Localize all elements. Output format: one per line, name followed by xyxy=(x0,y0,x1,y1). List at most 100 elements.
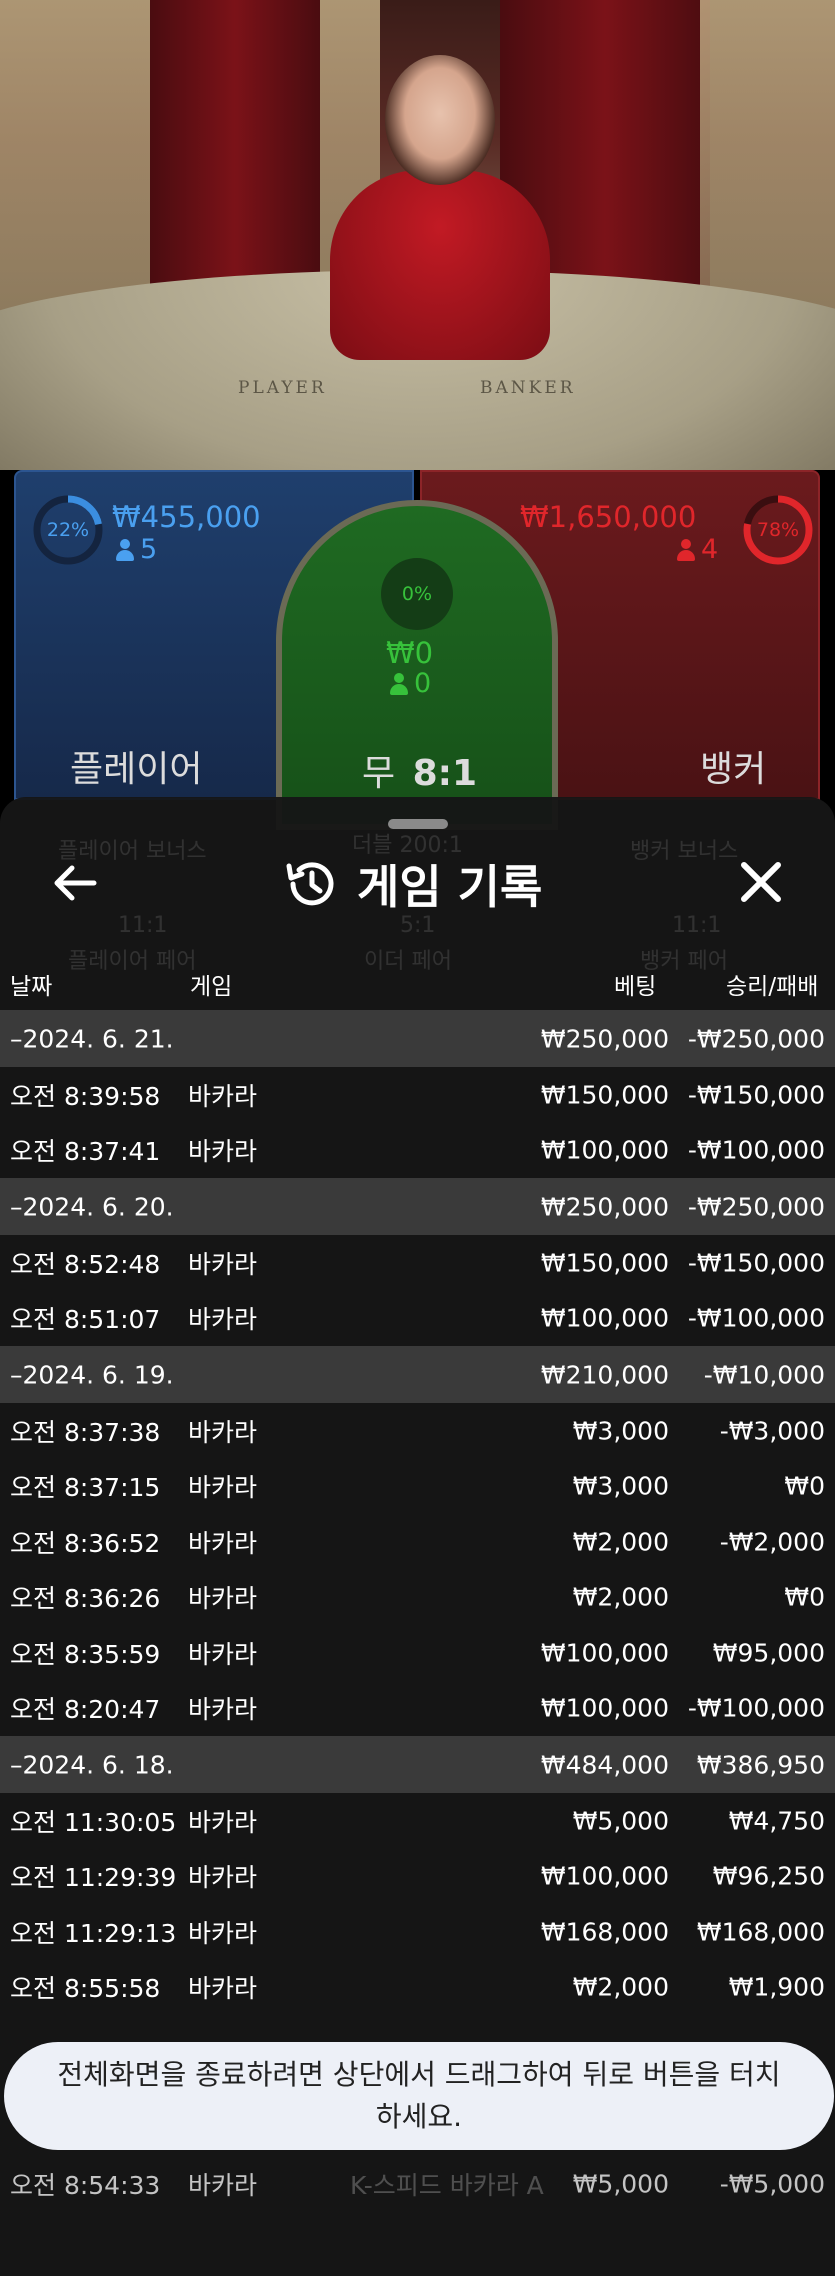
row-result: -₩250,000 xyxy=(687,1192,825,1221)
row-result: -₩100,000 xyxy=(687,1693,825,1723)
row-game: 바카라 xyxy=(188,1807,258,1837)
fullscreen-exit-toast: 전체화면을 종료하려면 상단에서 드래그하여 뒤로 버튼을 터치하세요. xyxy=(4,2042,834,2150)
table-row[interactable]: 오전 8:52:48 바카라 ₩150,000 -₩150,000 xyxy=(0,1235,835,1291)
player-bettor-count: 5 xyxy=(116,534,157,565)
tie-odds: 8:1 xyxy=(412,753,478,794)
close-button[interactable] xyxy=(736,857,786,907)
dealer xyxy=(330,170,550,360)
row-result: ₩4,750 xyxy=(728,1806,825,1836)
history-clock-icon xyxy=(286,862,334,906)
row-bet: ₩3,000 xyxy=(572,1416,669,1446)
row-result: -₩5,000 xyxy=(719,2169,825,2198)
table-row[interactable]: 오전 8:54:33 바카라 K-스피드 바카라 A ₩5,000 -₩5,00… xyxy=(0,2156,835,2211)
column-header-bet: 베팅 xyxy=(614,974,657,1000)
row-bet: ₩100,000 xyxy=(540,1693,669,1723)
row-result: ₩168,000 xyxy=(696,1917,825,1947)
row-date: 오전 8:20:47 xyxy=(10,1695,161,1725)
table-row[interactable]: 오전 8:55:58 바카라 ₩2,000 ₩1,900 xyxy=(0,1960,835,2016)
row-result: -₩3,000 xyxy=(719,1416,825,1446)
date-group-row[interactable]: –2024. 6. 18. ₩484,000 ₩386,950 xyxy=(0,1736,835,1793)
row-date: 오전 8:37:41 xyxy=(10,1137,161,1167)
row-game: 바카라 xyxy=(188,1305,258,1335)
row-bet: ₩484,000 xyxy=(540,1750,669,1779)
row-bet: ₩2,000 xyxy=(572,1972,669,2002)
row-bet: ₩100,000 xyxy=(540,1638,669,1668)
tie-bettor-count-value: 0 xyxy=(414,668,432,699)
banker-percent: 78% xyxy=(756,519,800,541)
person-icon xyxy=(116,538,134,561)
row-date: 오전 8:37:38 xyxy=(10,1417,161,1447)
felt-player-label: PLAYER xyxy=(238,378,327,398)
ghost-label: 이더 페어 xyxy=(364,949,452,974)
row-date: 오전 8:36:26 xyxy=(10,1584,161,1614)
banker-bettor-count: 4 xyxy=(677,534,718,565)
ghost-label: 플레이어 페어 xyxy=(68,949,197,974)
live-video-feed: PLAYER BANKER xyxy=(0,0,835,470)
table-row[interactable]: 오전 11:29:13 바카라 ₩168,000 ₩168,000 xyxy=(0,1904,835,1960)
row-date: –2024. 6. 21. xyxy=(10,1024,174,1053)
row-result: -₩100,000 xyxy=(687,1135,825,1165)
tie-percent: 0% xyxy=(401,583,433,605)
table-row[interactable]: 오전 11:30:05 바카라 ₩5,000 ₩4,750 xyxy=(0,1793,835,1849)
row-date: 오전 8:52:48 xyxy=(10,1249,161,1279)
history-list[interactable]: –2024. 6. 21. ₩250,000 -₩250,000 오전 8:39:58… xyxy=(0,1010,835,2015)
row-result: ₩96,250 xyxy=(712,1861,825,1891)
row-result: -₩150,000 xyxy=(687,1248,825,1278)
date-group-row[interactable]: –2024. 6. 21. ₩250,000 -₩250,000 xyxy=(0,1010,835,1067)
date-group-row[interactable]: –2024. 6. 20. ₩250,000 -₩250,000 xyxy=(0,1178,835,1235)
table-row[interactable]: 오전 8:35:59 바카라 ₩100,000 ₩95,000 xyxy=(0,1625,835,1681)
back-button[interactable] xyxy=(50,859,98,907)
column-header-result: 승리/패배 xyxy=(726,974,819,1000)
row-bet: ₩100,000 xyxy=(540,1303,669,1333)
row-result: ₩386,950 xyxy=(696,1750,825,1779)
row-bet: ₩2,000 xyxy=(572,1582,669,1612)
player-percent: 22% xyxy=(46,519,90,541)
table-row[interactable]: 오전 8:36:52 바카라 ₩2,000 -₩2,000 xyxy=(0,1514,835,1570)
row-result: -₩10,000 xyxy=(703,1360,825,1389)
player-percent-ring: 22% xyxy=(32,494,104,566)
tie-bet-spot[interactable]: 0% ₩0 0 무 8:1 xyxy=(276,500,558,830)
row-result: -₩150,000 xyxy=(687,1080,825,1110)
row-result: ₩95,000 xyxy=(712,1638,825,1668)
row-result: -₩2,000 xyxy=(719,1527,825,1557)
banker-bet-amount: ₩1,650,000 xyxy=(520,500,697,534)
row-result: -₩250,000 xyxy=(687,1024,825,1053)
date-group-row[interactable]: –2024. 6. 19. ₩210,000 -₩10,000 xyxy=(0,1346,835,1403)
row-date: 오전 11:29:39 xyxy=(10,1863,177,1893)
row-bet: ₩250,000 xyxy=(540,1192,669,1221)
table-row[interactable]: 오전 8:36:26 바카라 ₩2,000 ₩0 xyxy=(0,1570,835,1626)
row-date: 오전 8:37:15 xyxy=(10,1473,161,1503)
person-icon xyxy=(390,672,408,695)
table-row[interactable]: 오전 8:51:07 바카라 ₩100,000 -₩100,000 xyxy=(0,1291,835,1347)
row-date: 오전 8:36:52 xyxy=(10,1528,161,1558)
banker-bettor-count-value: 4 xyxy=(701,534,719,565)
row-date: –2024. 6. 18. xyxy=(10,1750,174,1779)
row-bet: ₩150,000 xyxy=(540,1080,669,1110)
row-game: 바카라 xyxy=(188,2170,258,2200)
column-header-game: 게임 xyxy=(190,974,233,1000)
sheet-title: 게임 기록 xyxy=(357,860,543,914)
arrow-left-icon xyxy=(54,865,97,901)
background-window-right xyxy=(700,0,835,330)
row-date: 오전 8:51:07 xyxy=(10,1305,161,1335)
dealer-head xyxy=(385,55,495,185)
row-result: ₩0 xyxy=(784,1582,825,1612)
table-row[interactable]: 오전 8:37:38 바카라 ₩3,000 -₩3,000 xyxy=(0,1403,835,1459)
row-game: 바카라 xyxy=(188,1974,258,2004)
close-icon xyxy=(741,862,781,902)
row-bet: ₩150,000 xyxy=(540,1248,669,1278)
table-row[interactable]: 오전 8:20:47 바카라 ₩100,000 -₩100,000 xyxy=(0,1681,835,1737)
row-bet: ₩5,000 xyxy=(572,1806,669,1836)
background-window xyxy=(0,0,160,330)
row-game: 바카라 xyxy=(188,1863,258,1893)
row-game: 바카라 xyxy=(188,1639,258,1669)
table-row[interactable]: 오전 8:37:41 바카라 ₩100,000 -₩100,000 xyxy=(0,1123,835,1179)
table-row[interactable]: 오전 8:37:15 바카라 ₩3,000 ₩0 xyxy=(0,1459,835,1515)
table-row[interactable]: 오전 11:29:39 바카라 ₩100,000 ₩96,250 xyxy=(0,1849,835,1905)
row-game: 바카라 xyxy=(188,1918,258,1948)
row-bet: ₩250,000 xyxy=(540,1024,669,1053)
tie-percent-ring: 0% xyxy=(381,558,453,630)
table-row[interactable]: 오전 8:39:58 바카라 ₩150,000 -₩150,000 xyxy=(0,1067,835,1123)
row-game: 바카라 xyxy=(188,1137,258,1167)
row-bet: ₩3,000 xyxy=(572,1471,669,1501)
